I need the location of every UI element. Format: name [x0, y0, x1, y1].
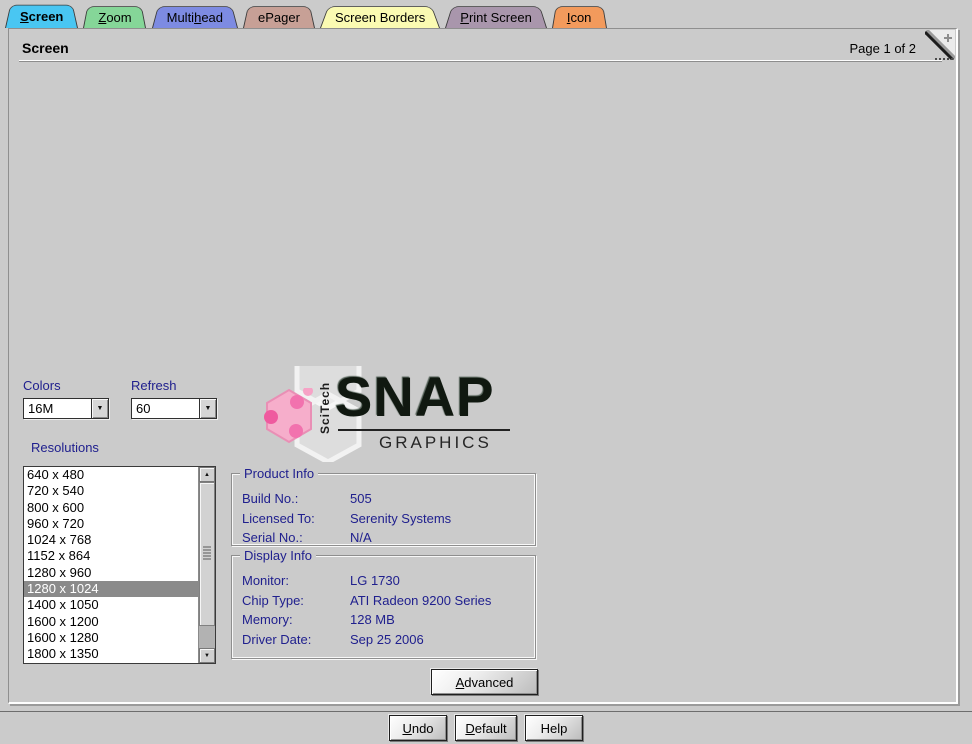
display-info-legend: Display Info	[240, 548, 316, 563]
info-row: Driver Date: Sep 25 2006	[242, 630, 535, 650]
list-item[interactable]: 1152 x 864	[24, 548, 198, 564]
help-button[interactable]: Help	[525, 715, 583, 741]
scitech-label: SciTech	[318, 376, 332, 434]
refresh-label: Refresh	[131, 378, 177, 393]
tab-zoom[interactable]: Zoom	[83, 2, 146, 28]
default-button[interactable]: Default	[455, 715, 517, 741]
display-info-groupbox: Display Info Monitor: LG 1730 Chip Type:…	[231, 555, 536, 659]
snap-brand-text: SNAP	[335, 366, 495, 428]
resolutions-list: 640 x 480 720 x 540 800 x 600 960 x 720 …	[24, 467, 198, 663]
colors-combobox[interactable]: 16M ▼	[23, 398, 109, 419]
refresh-dropdown-arrow-icon[interactable]: ▼	[199, 399, 216, 418]
tab-screen-borders[interactable]: Screen Borders	[320, 2, 440, 28]
colors-combobox-value: 16M	[24, 399, 91, 418]
info-row: Memory: 128 MB	[242, 610, 535, 630]
refresh-combobox[interactable]: 60 ▼	[131, 398, 217, 419]
tab-screen[interactable]: Screen	[5, 0, 78, 28]
undo-button[interactable]: Undo	[389, 715, 447, 741]
info-row: Licensed To: Serenity Systems	[242, 509, 535, 529]
scrollbar-thumb[interactable]	[199, 482, 215, 626]
page-title: Screen	[22, 40, 69, 56]
list-item-selected[interactable]: 1280 x 1024	[24, 581, 198, 597]
list-item[interactable]: 1600 x 1280	[24, 630, 198, 646]
list-item[interactable]: 640 x 480	[24, 467, 198, 483]
scrollbar-track[interactable]	[199, 482, 215, 648]
scroll-up-icon[interactable]: ▲	[199, 467, 215, 482]
tab-epager[interactable]: ePager	[243, 2, 315, 28]
list-item[interactable]: 1400 x 1050	[24, 597, 198, 613]
snap-graphics-logo: SciTech SNAP GRAPHICS	[259, 366, 529, 462]
page-indicator: Page 1 of 2	[850, 41, 917, 56]
colors-label: Colors	[23, 378, 61, 393]
scroll-down-icon[interactable]: ▼	[199, 648, 215, 663]
advanced-button[interactable]: Advanced	[431, 669, 538, 695]
notebook-tab-bar: Screen Zoom Multihead ePager Screen Bord…	[5, 0, 606, 28]
graphics-label: GRAPHICS	[379, 433, 492, 453]
info-row: Monitor: LG 1730	[242, 571, 535, 591]
list-item[interactable]: 800 x 600	[24, 500, 198, 516]
tab-multihead[interactable]: Multihead	[152, 2, 238, 28]
header-divider	[19, 60, 942, 62]
info-row: Build No.: 505	[242, 489, 535, 509]
logo-rule	[338, 429, 510, 431]
pink-hexagon-icon	[261, 388, 317, 444]
product-info-legend: Product Info	[240, 466, 318, 481]
resolutions-listbox: 640 x 480 720 x 540 800 x 600 960 x 720 …	[23, 466, 216, 664]
notebook-page: Screen Page 1 of 2 Colors 16M ▼ Refresh …	[8, 28, 958, 704]
list-item[interactable]: 1600 x 1200	[24, 614, 198, 630]
product-info-groupbox: Product Info Build No.: 505 Licensed To:…	[231, 473, 536, 546]
info-row: Chip Type: ATI Radeon 9200 Series	[242, 591, 535, 611]
list-item[interactable]: 1024 x 768	[24, 532, 198, 548]
list-item[interactable]: 960 x 720	[24, 516, 198, 532]
info-row: Serial No.: N/A	[242, 528, 535, 548]
page-turn-icon[interactable]	[925, 30, 955, 60]
scrollbar-grip	[203, 547, 211, 562]
list-item[interactable]: 720 x 540	[24, 483, 198, 499]
colors-dropdown-arrow-icon[interactable]: ▼	[91, 399, 108, 418]
list-item[interactable]: 1800 x 1350	[24, 646, 198, 662]
resolutions-scrollbar[interactable]: ▲ ▼	[198, 467, 215, 663]
list-item[interactable]: 1280 x 960	[24, 565, 198, 581]
resolutions-label: Resolutions	[31, 440, 99, 455]
refresh-combobox-value: 60	[132, 399, 199, 418]
tab-icon[interactable]: Icon	[552, 2, 607, 28]
bottom-button-bar: Undo Default Help	[0, 712, 972, 744]
tab-print-screen[interactable]: Print Screen	[445, 2, 547, 28]
